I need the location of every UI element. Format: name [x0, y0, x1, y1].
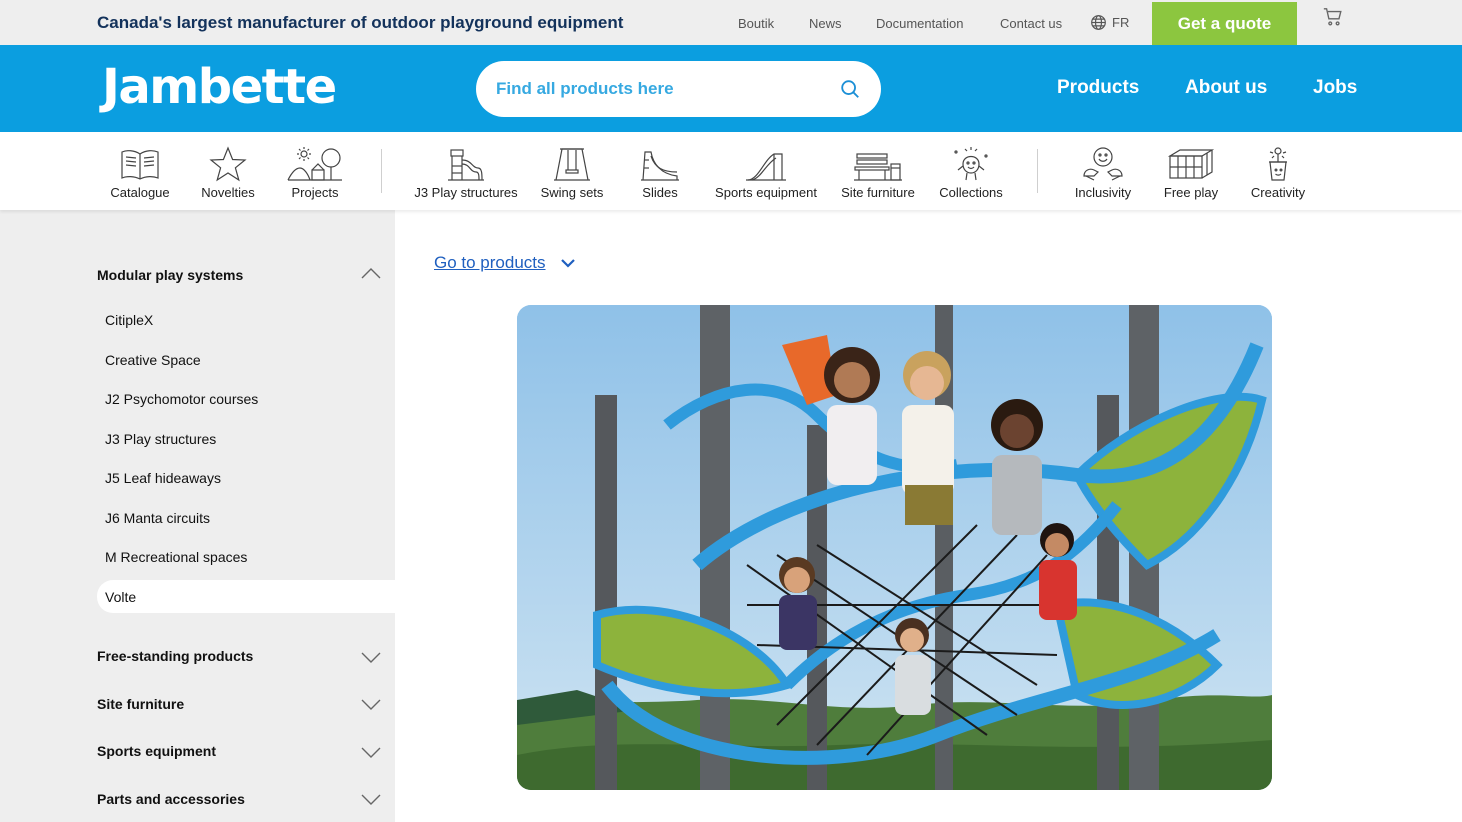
chevron-down-icon[interactable] — [360, 793, 382, 807]
category-slides[interactable]: Slides — [600, 146, 720, 200]
chevron-up-icon[interactable] — [360, 266, 382, 280]
sidebar-item-citiplex[interactable]: CitipleX — [105, 312, 153, 328]
search-bar — [476, 61, 881, 117]
tagline: Canada's largest manufacturer of outdoor… — [97, 13, 624, 32]
chevron-down-icon[interactable] — [360, 698, 382, 712]
flower-pot-icon — [1269, 147, 1287, 181]
category-label: Slides — [642, 185, 678, 200]
swing-icon — [554, 148, 590, 181]
nav-about-us[interactable]: About us — [1185, 77, 1267, 99]
category-label: Swing sets — [540, 185, 604, 200]
link-documentation[interactable]: Documentation — [876, 16, 963, 31]
chevron-down-icon[interactable] — [360, 651, 382, 665]
book-icon — [121, 150, 159, 180]
category-label: Novelties — [201, 185, 255, 200]
slide-icon — [641, 151, 679, 181]
link-boutik[interactable]: Boutik — [738, 16, 774, 31]
star-icon — [209, 146, 247, 182]
chevron-down-icon — [560, 259, 575, 268]
section-site-furniture[interactable]: Site furniture — [97, 696, 184, 712]
sidebar-item-volte[interactable]: Volte — [97, 580, 395, 613]
category-collections[interactable]: Collections — [911, 146, 1031, 200]
playground-illustration — [517, 305, 1272, 790]
link-news[interactable]: News — [809, 16, 842, 31]
hero-photo — [517, 305, 1272, 790]
search-input[interactable] — [496, 79, 839, 99]
sidebar-item-j5-leaf-hideaways[interactable]: J5 Leaf hideaways — [105, 470, 221, 486]
sidebar-item-creative-space[interactable]: Creative Space — [105, 352, 201, 368]
globe-icon — [1091, 15, 1106, 30]
section-parts-and-accessories[interactable]: Parts and accessories — [97, 791, 245, 807]
chevron-down-icon[interactable] — [360, 746, 382, 760]
park-scene-icon — [287, 147, 342, 181]
category-label: Inclusivity — [1074, 185, 1132, 200]
category-divider — [381, 149, 382, 193]
category-label: Free play — [1163, 185, 1219, 200]
go-to-products-label: Go to products — [434, 253, 546, 272]
section-free-standing-products[interactable]: Free-standing products — [97, 648, 253, 664]
category-divider — [1037, 149, 1038, 193]
language-label: FR — [1112, 15, 1130, 30]
section-sports-equipment[interactable]: Sports equipment — [97, 743, 216, 759]
sidebar-item-j2-psychomotor-courses[interactable]: J2 Psychomotor courses — [105, 391, 258, 407]
language-switch[interactable]: FR — [1090, 14, 1129, 31]
search-icon[interactable] — [839, 78, 861, 100]
section-modular-play-systems[interactable]: Modular play systems — [97, 267, 243, 283]
bench-icon — [854, 153, 902, 181]
nav-jobs[interactable]: Jobs — [1313, 77, 1357, 99]
get-a-quote-button[interactable]: Get a quote — [1152, 2, 1297, 45]
cart-icon[interactable] — [1322, 6, 1344, 28]
category-label: Collections — [939, 185, 1003, 200]
play-structure-icon — [448, 149, 484, 181]
sidebar-item-j3-play-structures[interactable]: J3 Play structures — [105, 431, 216, 447]
sidebar-item-j6-manta-circuits[interactable]: J6 Manta circuits — [105, 510, 210, 526]
smiley-hands-icon — [1083, 147, 1123, 181]
sidebar-item-m-recreational-spaces[interactable]: M Recreational spaces — [105, 549, 247, 565]
link-contact-us[interactable]: Contact us — [1000, 16, 1062, 31]
cube-frame-icon — [1167, 149, 1215, 179]
character-icon — [954, 147, 988, 181]
category-label: Projects — [291, 185, 339, 200]
category-label: Site furniture — [841, 185, 915, 200]
site-logo[interactable]: Jambette — [102, 59, 337, 115]
category-creativity[interactable]: Creativity — [1218, 146, 1338, 200]
main-header: Jambette Products About us Jobs — [0, 45, 1462, 132]
sidebar-item-label: Volte — [105, 589, 137, 605]
nav-products[interactable]: Products — [1057, 77, 1139, 99]
category-sports-equipment[interactable]: Sports equipment — [706, 146, 826, 200]
category-j3-play-structures[interactable]: J3 Play structures — [406, 146, 526, 200]
category-projects[interactable]: Projects — [255, 146, 375, 200]
category-label: Creativity — [1250, 185, 1306, 200]
top-bar: Canada's largest manufacturer of outdoor… — [0, 0, 1462, 45]
category-label: Sports equipment — [715, 185, 817, 200]
ramp-icon — [746, 153, 786, 181]
go-to-products-link[interactable]: Go to products — [434, 253, 576, 273]
product-sidebar: Modular play systems CitipleX Creative S… — [0, 210, 395, 822]
category-label: Catalogue — [110, 185, 170, 200]
category-bar: Catalogue Novelties Projects J3 Play str… — [0, 132, 1462, 210]
category-label: J3 Play structures — [414, 185, 518, 200]
